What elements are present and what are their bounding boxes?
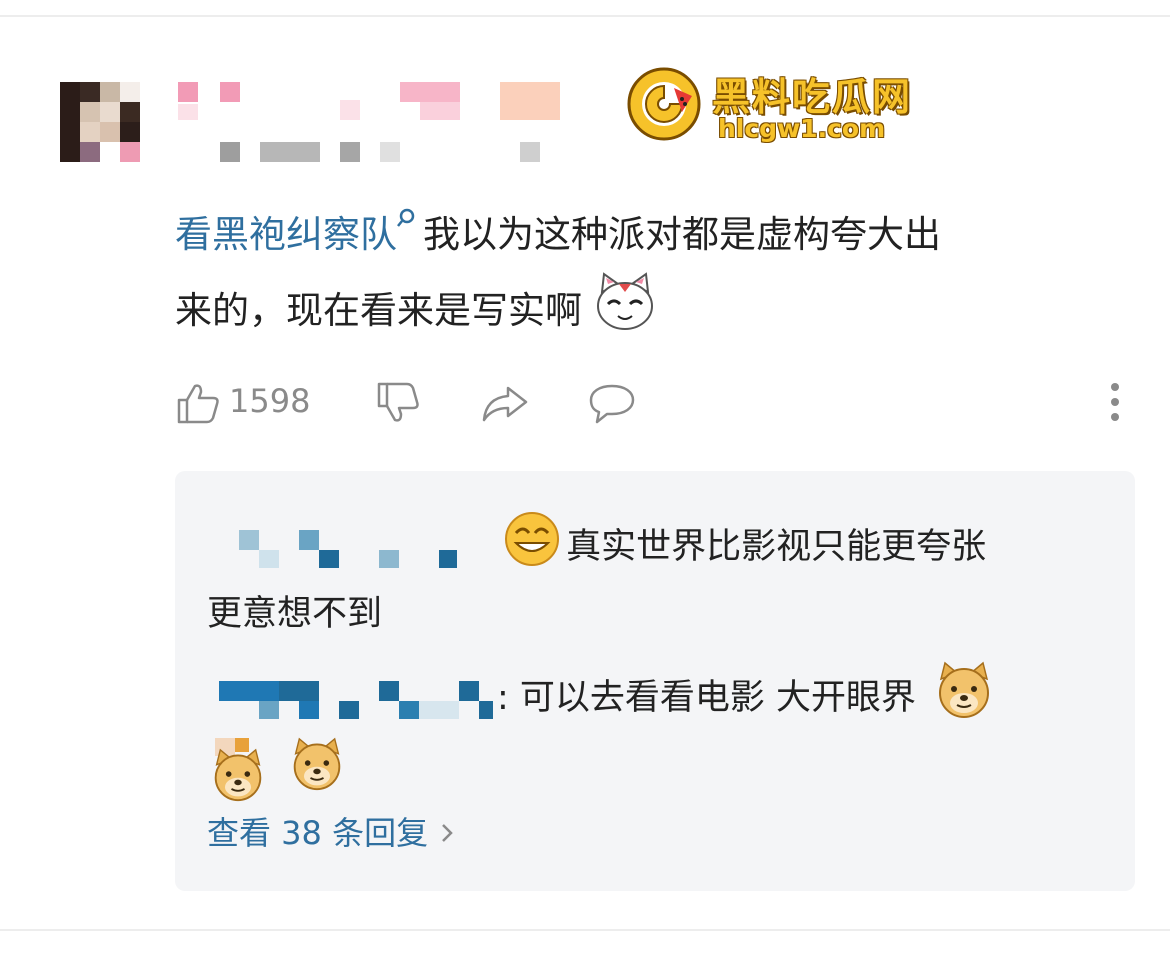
reply1-text-cont: 更意想不到 [207, 594, 383, 634]
search-icon [397, 200, 419, 234]
thumbs-down-icon[interactable] [375, 380, 421, 430]
reply-item[interactable]: 真实世界比影视只能更夸张 更意想不到 [207, 511, 1107, 643]
reply1-text: 真实世界比影视只能更夸张 [566, 527, 987, 567]
topic-label: 看黑袍纠察队 [175, 213, 397, 256]
username-redacted [178, 82, 568, 164]
share-icon[interactable] [480, 380, 530, 430]
cat-face-emoji [594, 270, 656, 355]
reply-username-redacted [207, 526, 457, 570]
replies-panel: 真实世界比影视只能更夸张 更意想不到 : 可以去看看电影 大开眼界 查看 38 … [175, 471, 1135, 891]
reply-icon[interactable] [587, 380, 637, 430]
action-bar: 1598 [175, 380, 1125, 426]
doge-emoji [935, 661, 993, 737]
thumbs-up-icon[interactable] [175, 380, 221, 430]
watermark-url: hlcgw1.com [718, 114, 886, 143]
doge-emoji [288, 737, 346, 809]
reply-item[interactable]: : 可以去看看电影 大开眼界 [207, 661, 1107, 809]
view-more-label: 查看 38 条回复 [207, 814, 429, 852]
doge-emoji [207, 738, 267, 802]
grin-emoji [504, 511, 560, 585]
top-divider [0, 15, 1170, 17]
avatar[interactable] [60, 82, 140, 162]
watermark: 黑料吃瓜网 hlcgw1.com [626, 66, 926, 146]
more-icon[interactable] [1109, 382, 1121, 426]
comment-body: 看黑袍纠察队 我以为这种派对都是虚构夸大出 来的，现在看来是写实啊 [175, 200, 1125, 355]
comment-text-line1: 我以为这种派对都是虚构夸大出 [423, 213, 941, 256]
watermark-logo-icon [627, 67, 701, 141]
chevron-right-icon [440, 814, 454, 852]
watermark-title: 黑料吃瓜网 [712, 75, 913, 119]
bottom-divider [0, 929, 1170, 931]
topic-link[interactable]: 看黑袍纠察队 [175, 208, 423, 256]
reply-username-redacted [207, 677, 497, 721]
comment-text-line2: 来的，现在看来是写实啊 [175, 289, 582, 332]
reply2-text: : 可以去看看电影 大开眼界 [497, 678, 917, 718]
like-count: 1598 [229, 382, 311, 420]
view-more-replies-link[interactable]: 查看 38 条回复 [207, 808, 454, 854]
